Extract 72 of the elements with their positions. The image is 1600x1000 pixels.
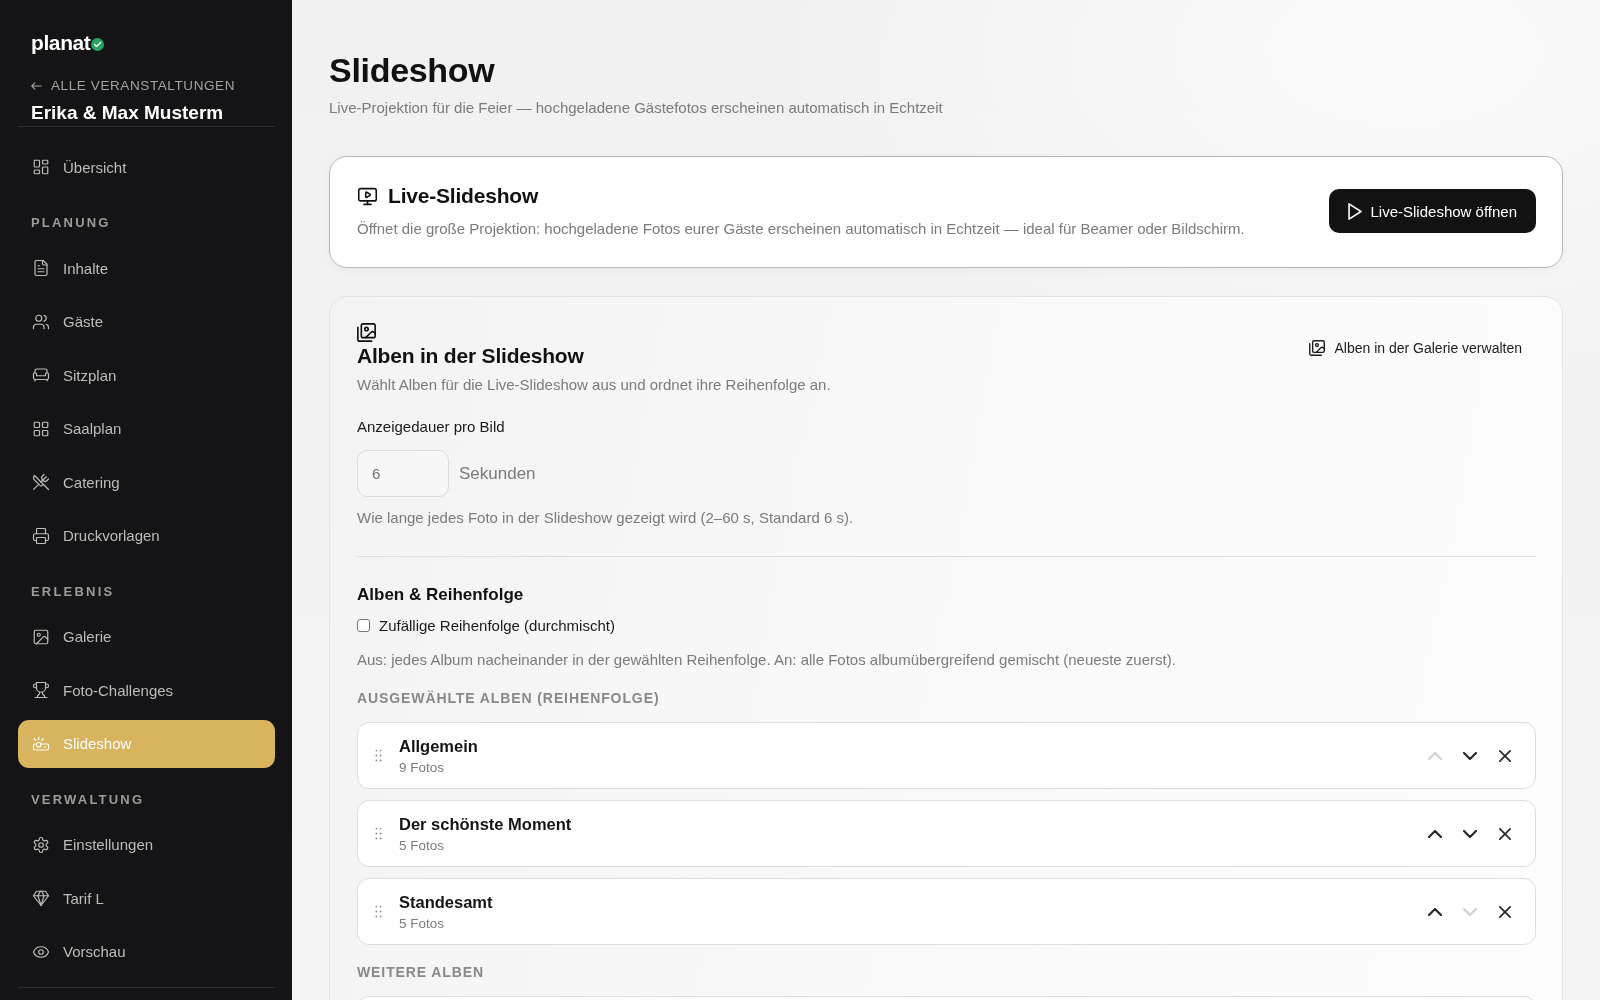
close-icon <box>1499 905 1511 918</box>
page-title: Slideshow <box>329 50 495 90</box>
utensils-icon <box>32 473 50 491</box>
card-title: Live-Slideshow <box>388 183 539 209</box>
field-label: Anzeigedauer pro Bild <box>357 417 505 437</box>
drag-handle-icon[interactable] <box>375 827 382 840</box>
back-link[interactable]: ALLE VERANSTALTUNGEN <box>31 76 236 96</box>
help-text: Aus: jedes Album nacheinander in der gewählten Reihenfolge. An: alle Fotos albumübergreifend gemischt (neueste zuerst). <box>357 650 1176 670</box>
section-title: Alben & Reihenfolge <box>357 584 524 606</box>
close-icon <box>1499 749 1511 762</box>
monitor-play-icon <box>357 185 378 207</box>
document-icon <box>32 259 50 277</box>
list-heading: AUSGEWÄHLTE ALBEN (REIHENFOLGE) <box>357 689 660 708</box>
grid-icon <box>32 419 50 438</box>
card-description: Öffnet die große Projektion: hochgeladene Fotos eurer Gäste erscheinen automatisch in Echtzeit — ideal für Beamer oder Bildschirm. <box>357 219 1245 239</box>
chevron-down-icon <box>1463 907 1477 916</box>
nav-item[interactable]: Einstellungen <box>18 820 275 869</box>
card-title: Alben in der Slideshow <box>357 343 584 369</box>
chevron-up-icon <box>1428 907 1442 916</box>
chevron-up-icon <box>1428 751 1442 760</box>
images-icon <box>1309 339 1326 356</box>
album-name: Standesamt <box>399 891 493 913</box>
images-icon <box>357 323 376 342</box>
checkbox-label[interactable]: Zufällige Reihenfolge (durchmischt) <box>379 616 615 634</box>
album-photo-count: 5 Fotos <box>399 914 445 933</box>
album-name: Allgemein <box>399 735 478 757</box>
nav-item[interactable]: Foto-Challenges <box>18 666 275 714</box>
nav-item[interactable]: Übersicht <box>18 143 275 191</box>
nav-item[interactable]: Galerie <box>18 612 275 661</box>
sofa-icon <box>32 366 50 384</box>
nav-item[interactable]: Saalplan <box>18 404 275 453</box>
nav-item[interactable]: Catering <box>18 458 275 506</box>
chevron-down-icon <box>1463 751 1477 760</box>
close-icon <box>1499 827 1511 840</box>
event-name: Erika & Max Musterm <box>31 102 224 124</box>
duration-input[interactable]: 6 <box>357 450 449 497</box>
card-description: Wählt Alben für die Live-Slideshow aus und ordnet ihre Reihenfolge an. <box>357 375 831 395</box>
chevron-down-icon <box>1463 829 1477 838</box>
nav-item[interactable]: Gäste <box>18 297 275 346</box>
drag-handle-icon[interactable] <box>375 905 382 918</box>
page-subtitle: Live-Projektion für die Feier — hochgeladene Gästefotos erscheinen automatisch in Echtzeit <box>329 98 943 118</box>
nav-section-heading: PLANUNG <box>31 214 111 232</box>
play-icon <box>1347 202 1362 220</box>
dashboard-icon <box>32 158 50 176</box>
nav-item[interactable]: Druckvorlagen <box>18 511 275 560</box>
shuffle-checkbox[interactable] <box>357 618 370 632</box>
check-circle-icon <box>91 38 105 51</box>
drag-handle-icon[interactable] <box>375 749 382 762</box>
projector-icon <box>32 734 50 753</box>
users-icon <box>32 312 50 331</box>
nav-item[interactable]: Sitzplan <box>18 351 275 399</box>
list-heading: WEITERE ALBEN <box>357 963 485 982</box>
nav-item[interactable]: Inhalte <box>18 244 275 292</box>
image-icon <box>32 627 50 646</box>
nav-item[interactable]: Tarif L <box>18 874 275 922</box>
album-photo-count: 5 Fotos <box>399 836 445 855</box>
nav-item[interactable]: Vorschau <box>18 927 275 976</box>
logo-text: planat <box>31 31 91 55</box>
help-text: Wie lange jedes Foto in der Slideshow gezeigt wird (2–60 s, Standard 6 s). <box>357 508 854 528</box>
gem-icon <box>32 889 50 907</box>
settings-icon <box>32 835 50 854</box>
printer-icon <box>32 526 50 545</box>
manage-albums-link[interactable]: Alben in der Galerie verwalten <box>1309 339 1522 356</box>
album-name: Der schönste Moment <box>399 813 572 835</box>
chevron-up-icon <box>1428 829 1442 838</box>
album-photo-count: 9 Fotos <box>399 758 445 777</box>
arrow-left-icon <box>31 82 42 90</box>
open-slideshow-button[interactable]: Live-Slideshow öffnen <box>1328 189 1536 233</box>
trophy-icon <box>32 681 50 699</box>
nav-section-heading: VERWALTUNG <box>31 790 145 809</box>
unit-label: Sekunden <box>459 463 536 484</box>
nav-section-heading: ERLEBNIS <box>31 582 115 601</box>
